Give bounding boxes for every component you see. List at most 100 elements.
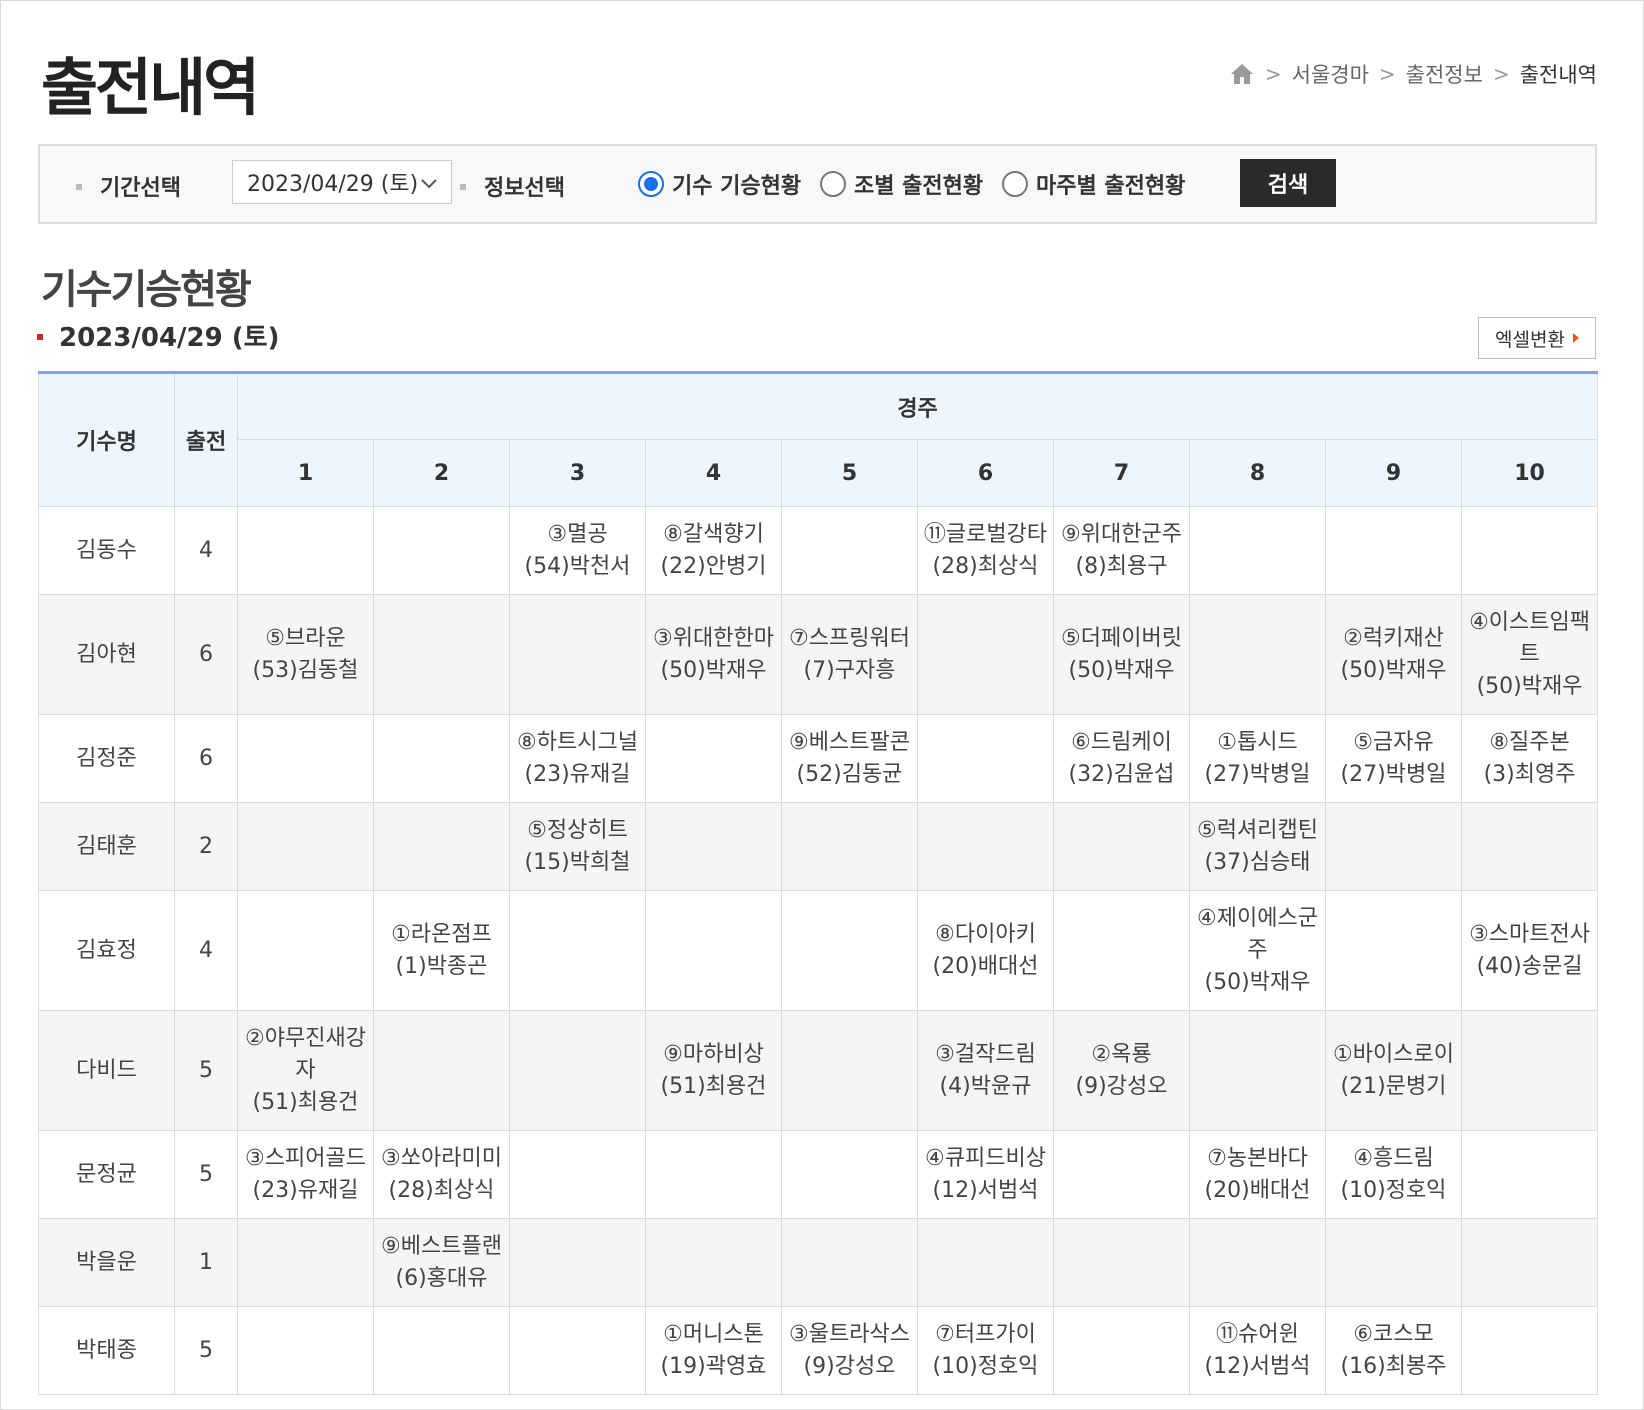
race-entry-cell[interactable]: ⑧다이아키 (20)배대선 [917, 890, 1054, 1011]
jockey-name[interactable]: 김동수 [38, 506, 175, 595]
table-row: 김아현 6 ⑤브라운 (53)김동철 ③위대한한마 (50)박재우 ⑦스프링워터 (7)구자흥… [38, 594, 1599, 715]
section-date: 2023/04/29 (토) [37, 317, 279, 354]
header-race-5: 5 [781, 439, 918, 507]
jockey-name[interactable]: 김효정 [38, 890, 175, 1011]
race-entry-cell[interactable]: ⑦농본바다 (20)배대선 [1189, 1130, 1326, 1219]
radio-unchecked-icon[interactable] [820, 171, 846, 197]
race-entry-cell[interactable]: ③쏘아라미미 (28)최상식 [373, 1130, 510, 1219]
entry-horse: ⑨마하비상 [663, 1041, 764, 1067]
entry-horse: ③멸공 [547, 521, 608, 547]
race-entry-cell[interactable]: ④제이에스군 주 (50)박재우 [1189, 890, 1326, 1011]
race-entry-cell[interactable]: ②럭키재산 (50)박재우 [1325, 594, 1462, 715]
race-entry-cell[interactable]: ⑥코스모 (16)최봉주 [1325, 1306, 1462, 1395]
race-entry-cell[interactable]: ④이스트임팩 트 (50)박재우 [1460, 594, 1599, 715]
breadcrumb-item-entry-info[interactable]: 출전정보 [1406, 59, 1483, 89]
race-entry-cell[interactable]: ⑤정상히트 (15)박희철 [509, 802, 646, 891]
date-select[interactable]: 2023/04/29 (토) [232, 160, 452, 204]
excel-export-button[interactable]: 엑셀변환 [1478, 317, 1596, 359]
entry-trainer: (50)박재우 [1340, 657, 1447, 683]
radio-checked-icon[interactable] [638, 171, 664, 197]
entry-horse: ⑤금자유 [1353, 729, 1434, 755]
radio-jockey-status[interactable]: 기수 기승현황 [638, 168, 801, 200]
entry-trainer: (23)유재길 [524, 761, 631, 787]
jockey-name[interactable]: 박을운 [38, 1218, 175, 1307]
race-entry-cell[interactable]: ⑨베스트팔콘 (52)김동균 [781, 714, 918, 803]
radio-group-status[interactable]: 조별 출전현황 [820, 168, 983, 200]
jockey-name[interactable]: 김태훈 [38, 802, 175, 891]
race-entry-cell[interactable]: ①톱시드 (27)박병일 [1189, 714, 1326, 803]
jockey-name[interactable]: 김정준 [38, 714, 175, 803]
race-entry-cell [645, 714, 782, 803]
entry-horse: ⑦스프링워터 [789, 625, 910, 651]
race-entry-cell[interactable]: ⑦터프가이 (10)정호익 [917, 1306, 1054, 1395]
race-entry-cell[interactable]: ⑤더페이버릿 (50)박재우 [1053, 594, 1190, 715]
home-icon[interactable] [1229, 62, 1255, 86]
jockey-name[interactable]: 박태종 [38, 1306, 175, 1395]
race-entry-cell[interactable]: ⑧하트시그널 (23)유재길 [509, 714, 646, 803]
header-race-3: 3 [509, 439, 646, 507]
starts-count: 5 [174, 1130, 238, 1219]
radio-unchecked-icon[interactable] [1002, 171, 1028, 197]
race-entry-cell[interactable]: ⑪글로벌강타 (28)최상식 [917, 506, 1054, 595]
header-race-4: 4 [645, 439, 782, 507]
entry-horse: ①톱시드 [1217, 729, 1298, 755]
race-entry-cell[interactable]: ①바이스로이 (21)문병기 [1325, 1010, 1462, 1131]
arrow-right-icon [1572, 333, 1579, 343]
entry-horse: ⑧하트시그널 [517, 729, 638, 755]
breadcrumb-item-seoul[interactable]: 서울경마 [1292, 59, 1369, 89]
race-entry-cell[interactable]: ①머니스톤 (19)곽영효 [645, 1306, 782, 1395]
entry-horse: ⑧다이아키 [935, 921, 1036, 947]
race-entry-cell [1189, 1010, 1326, 1131]
radio-owner-status[interactable]: 마주별 출전현황 [1002, 168, 1185, 200]
entry-trainer: (22)안병기 [660, 553, 767, 579]
race-entry-cell[interactable]: ③울트라삭스 (9)강성오 [781, 1306, 918, 1395]
race-entry-cell[interactable]: ⑧갈색향기 (22)안병기 [645, 506, 782, 595]
race-entry-cell[interactable]: ⑦스프링워터 (7)구자흥 [781, 594, 918, 715]
race-entry-cell[interactable]: ⑤금자유 (27)박병일 [1325, 714, 1462, 803]
race-entry-cell[interactable]: ④큐피드비상 (12)서범석 [917, 1130, 1054, 1219]
entry-trainer: (51)최용건 [660, 1073, 767, 1099]
entry-trainer: (50)박재우 [1204, 969, 1311, 995]
entry-trainer: (15)박희철 [524, 849, 631, 875]
entry-horse: ⑧질주본 [1489, 729, 1570, 755]
jockey-name[interactable]: 김아현 [38, 594, 175, 715]
header-race-7: 7 [1053, 439, 1190, 507]
header-race-6: 6 [917, 439, 1054, 507]
race-entry-cell[interactable]: ②야무진새강 자 (51)최용건 [237, 1010, 374, 1131]
race-entry-cell[interactable]: ③스피어골드 (23)유재길 [237, 1130, 374, 1219]
race-entry-cell[interactable]: ③걸작드림 (4)박윤규 [917, 1010, 1054, 1131]
race-entry-cell [509, 1010, 646, 1131]
entry-horse: ③스마트전사 [1469, 921, 1590, 947]
entry-trainer: (37)심승태 [1204, 849, 1311, 875]
jockey-name[interactable]: 문정균 [38, 1130, 175, 1219]
race-entry-cell[interactable]: ④흥드림 (10)정호익 [1325, 1130, 1462, 1219]
excel-export-label: 엑셀변환 [1495, 328, 1565, 351]
race-entry-cell [645, 1218, 782, 1307]
race-entry-cell[interactable]: ③스마트전사 (40)송문길 [1460, 890, 1599, 1011]
race-entry-cell[interactable]: ②옥룡 (9)강성오 [1053, 1010, 1190, 1131]
entry-trainer: (52)김동균 [796, 761, 903, 787]
race-entry-cell[interactable]: ⑨위대한군주 (8)최용구 [1053, 506, 1190, 595]
entry-horse: ②옥룡 [1091, 1041, 1152, 1067]
header-race-1: 1 [237, 439, 374, 507]
starts-count: 5 [174, 1010, 238, 1131]
race-entry-cell [509, 1130, 646, 1219]
race-entry-cell [917, 714, 1054, 803]
table-row: 박을운 1 ⑨베스트플랜 (6)홍대유 [38, 1218, 1599, 1307]
race-entry-cell[interactable]: ⑤럭셔리캡틴 (37)심승태 [1189, 802, 1326, 891]
race-entry-cell[interactable]: ①라온점프 (1)박종곤 [373, 890, 510, 1011]
table-row: 박태종 5 ①머니스톤 (19)곽영효 ③울트라삭스 (9)강성오 ⑦터프가이 (10)정호익… [38, 1306, 1599, 1395]
jockey-name[interactable]: 다비드 [38, 1010, 175, 1131]
race-entry-cell[interactable]: ⑥드림케이 (32)김윤섭 [1053, 714, 1190, 803]
race-entry-cell [1460, 802, 1599, 891]
race-entry-cell[interactable]: ⑨베스트플랜 (6)홍대유 [373, 1218, 510, 1307]
race-entry-cell [781, 1130, 918, 1219]
race-entry-cell[interactable]: ⑧질주본 (3)최영주 [1460, 714, 1599, 803]
race-entry-cell[interactable]: ③위대한한마 (50)박재우 [645, 594, 782, 715]
race-entry-cell[interactable]: ⑨마하비상 (51)최용건 [645, 1010, 782, 1131]
race-entry-cell[interactable]: ⑤브라운 (53)김동철 [237, 594, 374, 715]
chevron-down-icon [421, 170, 437, 195]
race-entry-cell[interactable]: ⑪슈어윈 (12)서범석 [1189, 1306, 1326, 1395]
race-entry-cell[interactable]: ③멸공 (54)박천서 [509, 506, 646, 595]
search-button[interactable]: 검색 [1240, 159, 1336, 207]
